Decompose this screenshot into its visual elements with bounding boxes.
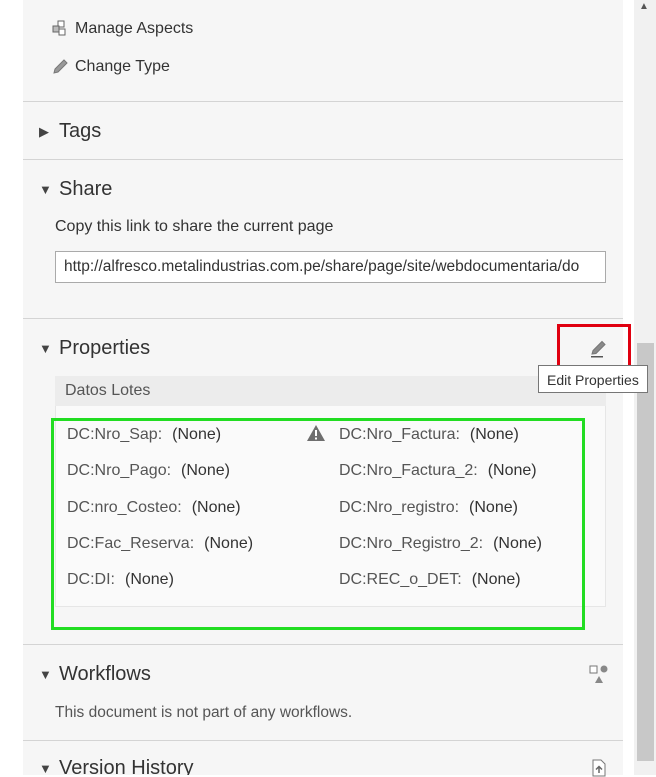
workflows-section-header[interactable]: ▼ Workflows	[39, 663, 151, 686]
upload-new-version-icon[interactable]	[590, 759, 608, 777]
workflows-title: Workflows	[59, 663, 151, 685]
divider	[23, 101, 623, 102]
collapse-triangle-icon: ▼	[39, 182, 52, 197]
manage-aspects-icon	[52, 20, 66, 36]
properties-group-title: Datos Lotes	[65, 382, 151, 399]
highlight-box-green	[51, 418, 585, 630]
share-link-field[interactable]: http://alfresco.metalindustrias.com.pe/s…	[55, 251, 606, 283]
version-history-section-header[interactable]: ▼ Version History	[39, 757, 194, 775]
divider	[23, 159, 623, 160]
workflows-empty-text: This document is not part of any workflo…	[55, 704, 353, 721]
share-title: Share	[59, 178, 113, 200]
divider	[23, 318, 623, 319]
tags-title: Tags	[59, 120, 102, 142]
manage-aspects-action[interactable]: Manage Aspects	[51, 19, 193, 39]
edit-properties-tooltip: Edit Properties	[538, 365, 648, 393]
manage-aspects-label: Manage Aspects	[75, 20, 194, 37]
tags-section-header[interactable]: ▶ Tags	[39, 120, 101, 143]
divider	[23, 740, 623, 741]
share-copy-text: Copy this link to share the current page	[55, 218, 334, 235]
expand-triangle-icon: ▶	[39, 123, 49, 139]
properties-group-header: Datos Lotes	[55, 376, 606, 406]
divider	[23, 644, 623, 645]
properties-title: Properties	[59, 337, 151, 359]
version-history-title: Version History	[59, 757, 194, 775]
pencil-icon	[53, 59, 68, 74]
share-section-header[interactable]: ▼ Share	[39, 178, 112, 201]
properties-section-header[interactable]: ▼ Properties	[39, 337, 150, 360]
collapse-triangle-icon: ▼	[39, 341, 52, 356]
scroll-up-arrow-icon[interactable]: ▲	[639, 2, 649, 12]
scrollbar-thumb[interactable]	[637, 343, 654, 761]
change-type-label: Change Type	[75, 58, 170, 75]
start-workflow-icon[interactable]	[588, 663, 610, 685]
document-details-panel: Manage Aspects Change Type ▶ Tags ▼ Shar…	[23, 0, 623, 775]
collapse-triangle-icon: ▼	[39, 667, 52, 682]
change-type-action[interactable]: Change Type	[51, 57, 170, 77]
collapse-triangle-icon: ▼	[39, 761, 52, 775]
